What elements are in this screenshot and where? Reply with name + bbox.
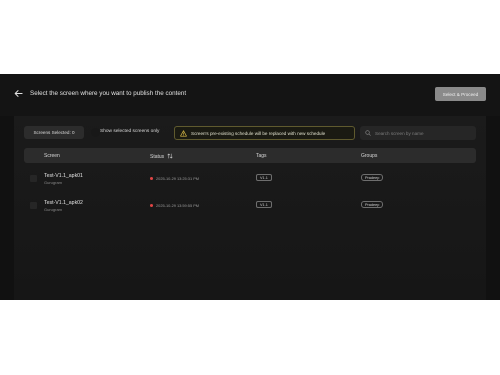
status-dot xyxy=(150,204,153,207)
back-arrow-icon[interactable] xyxy=(14,89,23,98)
column-header-screen: Screen xyxy=(44,153,60,159)
page-title: Select the screen where you want to publ… xyxy=(30,90,187,97)
tag-badge: V1.1 xyxy=(256,174,272,181)
group-badge: Pradeep xyxy=(361,201,384,208)
tag-badge: V1.1 xyxy=(256,201,272,208)
search-icon xyxy=(365,130,371,136)
select-proceed-button[interactable]: Select & Proceed xyxy=(435,87,486,101)
show-selected-label: Show selected screens only xyxy=(100,129,160,134)
sort-icon[interactable] xyxy=(167,153,173,159)
status-timestamp: 2025-10-29 13:59:55 PM xyxy=(156,202,200,208)
table-row[interactable]: Test-V1.1_apk01 Gurugram 2025-10-29 13:2… xyxy=(24,170,476,194)
column-header-groups: Groups xyxy=(361,153,378,159)
row-checkbox[interactable] xyxy=(30,202,37,209)
group-badge: Pradeep xyxy=(361,174,384,181)
table-header: Screen Status Tags Groups xyxy=(24,148,476,163)
warning-text: Screen's pre-existing schedule will be r… xyxy=(191,130,326,136)
screen-name: Test-V1.1_apk02 xyxy=(44,200,83,206)
dialog-header: Select the screen where you want to publ… xyxy=(0,74,500,116)
row-checkbox[interactable] xyxy=(30,175,37,182)
screen-location: Gurugram xyxy=(44,207,63,212)
column-header-tags: Tags xyxy=(256,153,267,159)
column-header-status[interactable]: Status xyxy=(150,153,173,160)
publish-dialog: Select the screen where you want to publ… xyxy=(0,74,500,300)
search-box xyxy=(360,126,476,140)
selected-count-badge: Screens Selected: 0 xyxy=(24,126,84,139)
status-dot xyxy=(150,177,153,180)
status-timestamp: 2025-10-29 13:25:31 PM xyxy=(156,175,200,181)
warning-icon xyxy=(180,129,187,136)
screen-selection-panel: Screens Selected: 0 Show selected screen… xyxy=(14,116,486,300)
table-row[interactable]: Test-V1.1_apk02 Gurugram 2025-10-29 13:5… xyxy=(24,197,476,221)
status-header-label: Status xyxy=(150,154,165,160)
schedule-warning: Screen's pre-existing schedule will be r… xyxy=(174,126,355,140)
screen-name: Test-V1.1_apk01 xyxy=(44,173,83,179)
search-input[interactable] xyxy=(375,130,473,136)
show-selected-toggle[interactable] xyxy=(91,128,100,137)
screens-table: Screen Status Tags Groups Test-V1.1_apk0… xyxy=(24,148,476,212)
screen-location: Gurugram xyxy=(44,180,63,185)
